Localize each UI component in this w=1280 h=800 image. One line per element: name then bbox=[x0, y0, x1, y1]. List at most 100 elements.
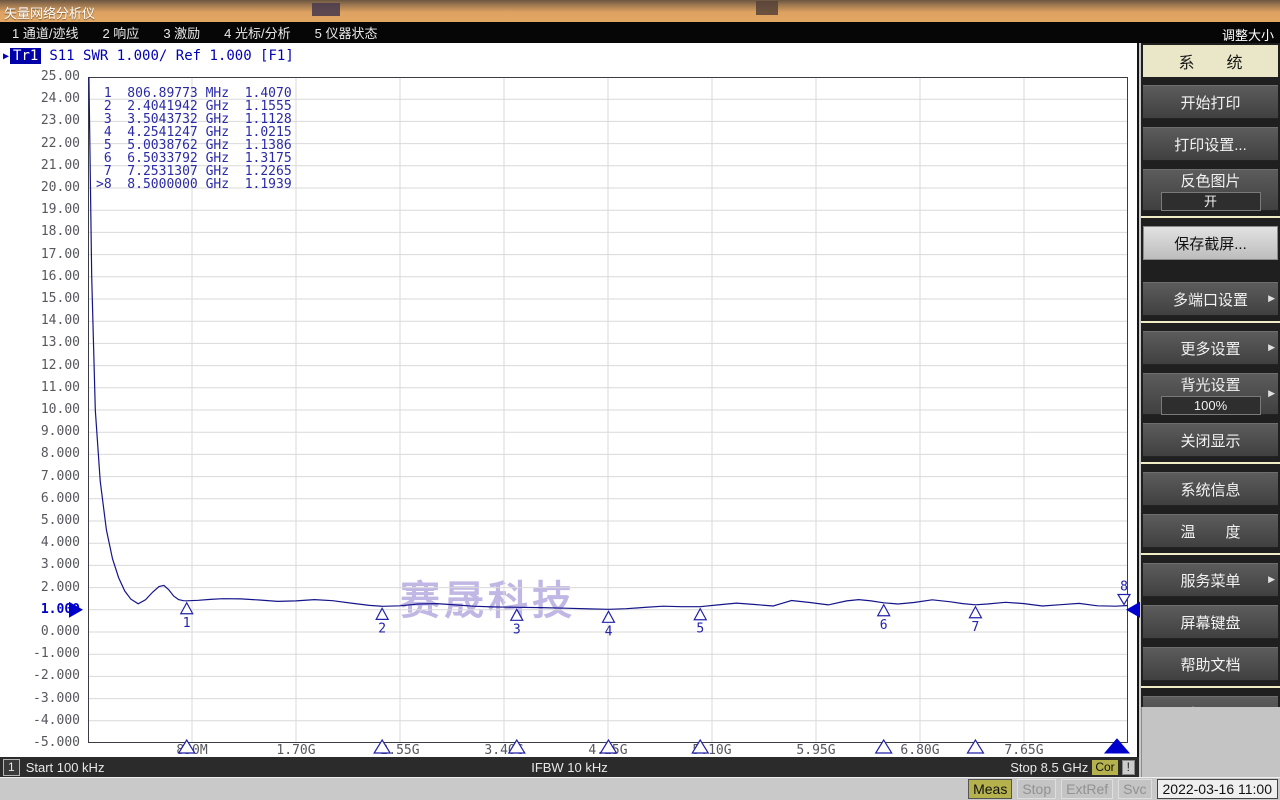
menu-channel-trace[interactable]: 1 通道/迹线 bbox=[0, 23, 90, 42]
y-tick-label: 3.000 bbox=[2, 557, 80, 573]
print-settings-button-label: 打印设置... bbox=[1174, 134, 1247, 155]
print-settings-button[interactable]: 打印设置... bbox=[1143, 127, 1278, 161]
trace-markers: 12345678 bbox=[179, 579, 1130, 753]
temperature-button[interactable]: 温 度 bbox=[1143, 514, 1278, 548]
title-bar: 矢量网络分析仪 bbox=[0, 0, 1280, 22]
invert-image-button[interactable]: 反色图片开 bbox=[1143, 169, 1278, 211]
vna-application-window: 矢量网络分析仪 1 通道/迹线2 响应3 激励4 光标/分析5 仪器状态 调整大小… bbox=[0, 0, 1280, 800]
y-tick-label: 17.00 bbox=[2, 247, 80, 263]
reference-level-label: 1.000 bbox=[2, 602, 80, 618]
menu-response[interactable]: 2 响应 bbox=[90, 23, 151, 42]
more-settings-button[interactable]: 更多设置 ▶ bbox=[1143, 331, 1278, 365]
svc-indicator: Svc bbox=[1118, 779, 1151, 799]
invert-image-button-value[interactable]: 开 bbox=[1161, 192, 1261, 211]
service-menu-button[interactable]: 服务菜单▶ bbox=[1143, 563, 1278, 597]
start-print-button-label: 开始打印 bbox=[1180, 92, 1240, 113]
marker-8-axis-pointer[interactable] bbox=[1105, 739, 1129, 753]
screen-keyboard-button-label: 屏幕键盘 bbox=[1180, 612, 1240, 633]
y-tick-label: 16.00 bbox=[2, 269, 80, 285]
marker-6-number: 6 bbox=[880, 618, 888, 633]
taskbar: MeasStopExtRefSvc2022-03-16 11:00 bbox=[0, 777, 1280, 800]
submenu-arrow-icon: ▶ bbox=[1268, 388, 1275, 399]
softkey-separator bbox=[1141, 686, 1280, 688]
titlebar-artifact bbox=[312, 3, 340, 16]
softkey-gap bbox=[1141, 260, 1280, 274]
more-settings-button-label: 更多设置 bbox=[1180, 338, 1240, 359]
submenu-arrow-icon: ▶ bbox=[1268, 342, 1275, 353]
y-tick-label: 0.000 bbox=[2, 624, 80, 640]
marker-3-handle[interactable] bbox=[511, 609, 523, 620]
sidebar-empty-area bbox=[1141, 707, 1280, 777]
titlebar-artifact bbox=[756, 1, 778, 15]
backlight-settings-button-value[interactable]: 100% bbox=[1161, 396, 1261, 415]
stop-indicator: Stop bbox=[1017, 779, 1056, 799]
save-screenshot-button[interactable]: 保存截屏... bbox=[1143, 226, 1278, 260]
y-tick-label: 24.00 bbox=[2, 91, 80, 107]
chart-panel: ▶ Tr1 S11 SWR 1.000/ Ref 1.000 [F1] 25.0… bbox=[0, 43, 1139, 757]
menu-marker-analysis[interactable]: 4 光标/分析 bbox=[212, 23, 302, 42]
softkey-sidebar: 系 统 开始打印打印设置...反色图片开保存截屏...多端口设置▶更多设置▶背光… bbox=[1141, 43, 1280, 777]
system-info-button[interactable]: 系统信息 bbox=[1143, 472, 1278, 506]
trace-format-text: S11 SWR 1.000/ Ref 1.000 [F1] bbox=[49, 48, 293, 64]
y-tick-label: 2.000 bbox=[2, 580, 80, 596]
y-tick-label: 9.000 bbox=[2, 424, 80, 440]
x-tick-label: 6.80G bbox=[880, 743, 960, 758]
temperature-button-label: 温 度 bbox=[1180, 521, 1240, 542]
y-tick-label: -5.000 bbox=[2, 735, 80, 751]
resize-button[interactable]: 调整大小 bbox=[1222, 25, 1274, 44]
correction-status-badge: Cor bbox=[1092, 760, 1117, 775]
active-trace-arrow-icon: ▶ bbox=[3, 51, 9, 62]
close-display-button[interactable]: 关闭显示 bbox=[1143, 423, 1278, 457]
y-tick-label: 11.00 bbox=[2, 380, 80, 396]
main-area: ▶ Tr1 S11 SWR 1.000/ Ref 1.000 [F1] 25.0… bbox=[0, 43, 1280, 777]
screen-keyboard-button[interactable]: 屏幕键盘 bbox=[1143, 605, 1278, 639]
y-tick-label: 7.000 bbox=[2, 469, 80, 485]
warning-badge: ! bbox=[1122, 760, 1135, 775]
x-tick-label: 5.10G bbox=[672, 743, 752, 758]
softkey-separator bbox=[1141, 462, 1280, 464]
marker-3-number: 3 bbox=[513, 622, 521, 637]
y-tick-label: 21.00 bbox=[2, 158, 80, 174]
ifbw-label: IFBW 10 kHz bbox=[0, 760, 1139, 775]
meas-indicator: Meas bbox=[968, 779, 1012, 799]
marker-readout-table: 1 806.89773 MHz 1.4070 2 2.4041942 GHz 1… bbox=[96, 87, 292, 191]
menu-stimulus[interactable]: 3 激励 bbox=[151, 23, 212, 42]
y-tick-label: 8.000 bbox=[2, 446, 80, 462]
marker-1-handle[interactable] bbox=[181, 603, 193, 614]
marker-5-handle[interactable] bbox=[694, 609, 706, 620]
ref-level-pointer-right[interactable] bbox=[1126, 602, 1140, 618]
y-tick-label: 23.00 bbox=[2, 113, 80, 129]
marker-7-number: 7 bbox=[972, 620, 980, 635]
multiport-settings-button[interactable]: 多端口设置▶ bbox=[1143, 282, 1278, 316]
y-tick-label: 12.00 bbox=[2, 358, 80, 374]
backlight-settings-button[interactable]: 背光设置100% ▶ bbox=[1143, 373, 1278, 415]
marker-7-handle[interactable] bbox=[969, 607, 981, 618]
marker-readout-row: >8 8.5000000 GHz 1.1939 bbox=[96, 178, 292, 191]
system-info-button-label: 系统信息 bbox=[1180, 479, 1240, 500]
help-docs-button[interactable]: 帮助文档 bbox=[1143, 647, 1278, 681]
y-tick-label: -2.000 bbox=[2, 668, 80, 684]
trace-name-badge[interactable]: Tr1 bbox=[10, 48, 41, 64]
service-menu-button-label: 服务菜单 bbox=[1180, 570, 1240, 591]
x-tick-label: 3.40G bbox=[464, 743, 544, 758]
trace-header: ▶ Tr1 S11 SWR 1.000/ Ref 1.000 [F1] bbox=[3, 48, 294, 64]
marker-4-handle[interactable] bbox=[603, 611, 615, 622]
y-tick-label: -1.000 bbox=[2, 646, 80, 662]
channel-status-bar: 1 Start 100 kHz IFBW 10 kHz Stop 8.5 GHz… bbox=[0, 757, 1139, 777]
menu-instrument-state[interactable]: 5 仪器状态 bbox=[303, 23, 390, 42]
y-tick-label: 15.00 bbox=[2, 291, 80, 307]
y-tick-label: 22.00 bbox=[2, 136, 80, 152]
backlight-settings-button-label: 背光设置 bbox=[1180, 374, 1240, 395]
y-tick-label: 6.000 bbox=[2, 491, 80, 507]
invert-image-button-label: 反色图片 bbox=[1180, 170, 1240, 191]
y-tick-label: -4.000 bbox=[2, 713, 80, 729]
marker-7-axis-pointer[interactable] bbox=[967, 740, 983, 753]
marker-8-handle[interactable] bbox=[1118, 594, 1130, 604]
y-tick-label: 10.00 bbox=[2, 402, 80, 418]
y-tick-label: 25.00 bbox=[2, 69, 80, 85]
softkey-menu: 系 统 开始打印打印设置...反色图片开保存截屏...多端口设置▶更多设置▶背光… bbox=[1141, 43, 1280, 707]
close-display-button-label: 关闭显示 bbox=[1180, 430, 1240, 451]
y-tick-label: 4.000 bbox=[2, 535, 80, 551]
softkey-separator bbox=[1141, 321, 1280, 323]
start-print-button[interactable]: 开始打印 bbox=[1143, 85, 1278, 119]
